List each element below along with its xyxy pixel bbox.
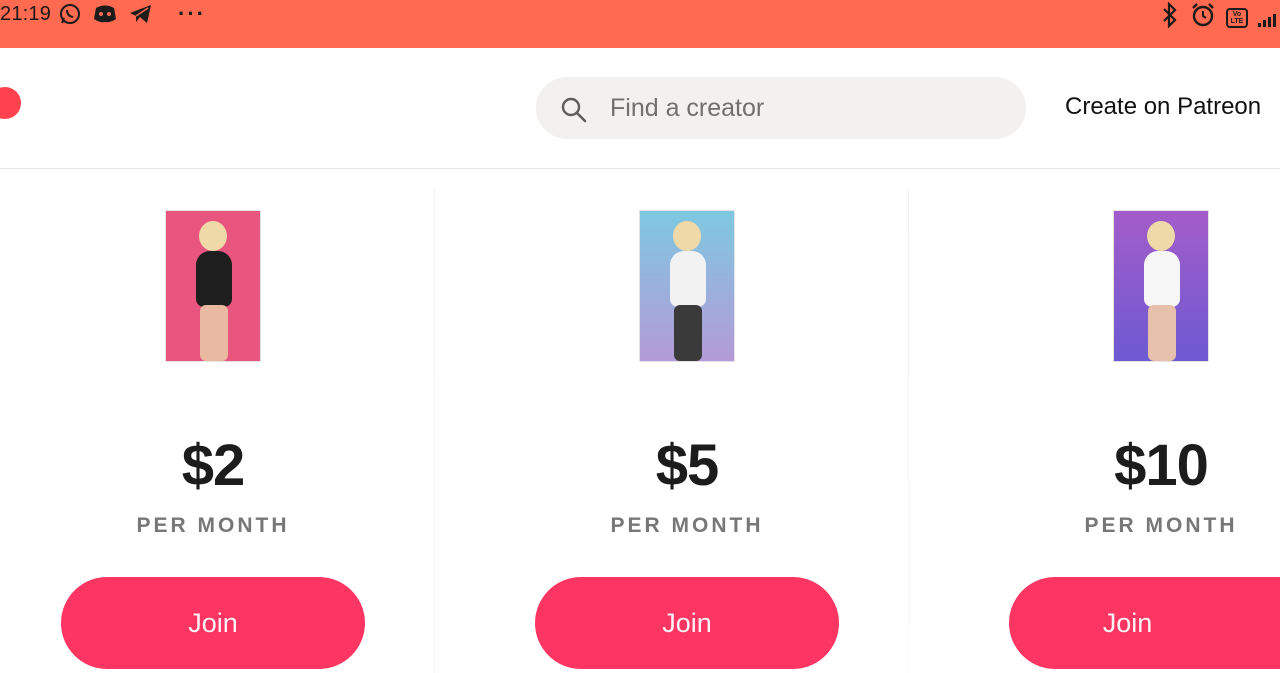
- tier-price: $10: [1114, 433, 1209, 498]
- status-time: 21:19: [0, 3, 52, 25]
- discord-icon: [92, 2, 118, 26]
- status-bar: 21:19 ··· Vo LTE: [0, 0, 1280, 48]
- tier-period: PER MONTH: [1084, 514, 1238, 537]
- patreon-logo[interactable]: [0, 87, 21, 119]
- more-notifications-indicator: ···: [178, 1, 206, 26]
- join-button[interactable]: Join: [535, 577, 839, 669]
- telegram-icon: [128, 2, 154, 26]
- creator-search[interactable]: [536, 77, 1026, 139]
- create-on-patreon-link[interactable]: Create on Patreon: [1065, 93, 1261, 121]
- tier-image: [639, 210, 735, 362]
- tier-period: PER MONTH: [610, 514, 764, 537]
- join-button[interactable]: Join: [1009, 577, 1280, 669]
- bluetooth-icon: [1160, 1, 1180, 33]
- membership-tiers: $2 PER MONTH Join $5 PER MONTH Join $10 …: [0, 170, 1280, 673]
- site-header: Create on Patreon: [0, 48, 1280, 169]
- alarm-icon: [1190, 2, 1216, 33]
- tier-card: $10 PER MONTH Join: [0, 170, 1280, 673]
- volte-icon: Vo LTE: [1226, 7, 1248, 28]
- signal-icon: [1258, 7, 1276, 29]
- whatsapp-icon: [58, 2, 82, 26]
- search-input[interactable]: [610, 77, 1000, 139]
- search-icon: [560, 96, 588, 129]
- tier-image: [1113, 210, 1209, 362]
- tier-divider: [908, 188, 909, 673]
- tier-divider: [434, 188, 435, 673]
- system-icons: Vo LTE: [1160, 1, 1276, 33]
- notification-icons: ···: [58, 2, 206, 26]
- tier-price: $5: [655, 433, 720, 498]
